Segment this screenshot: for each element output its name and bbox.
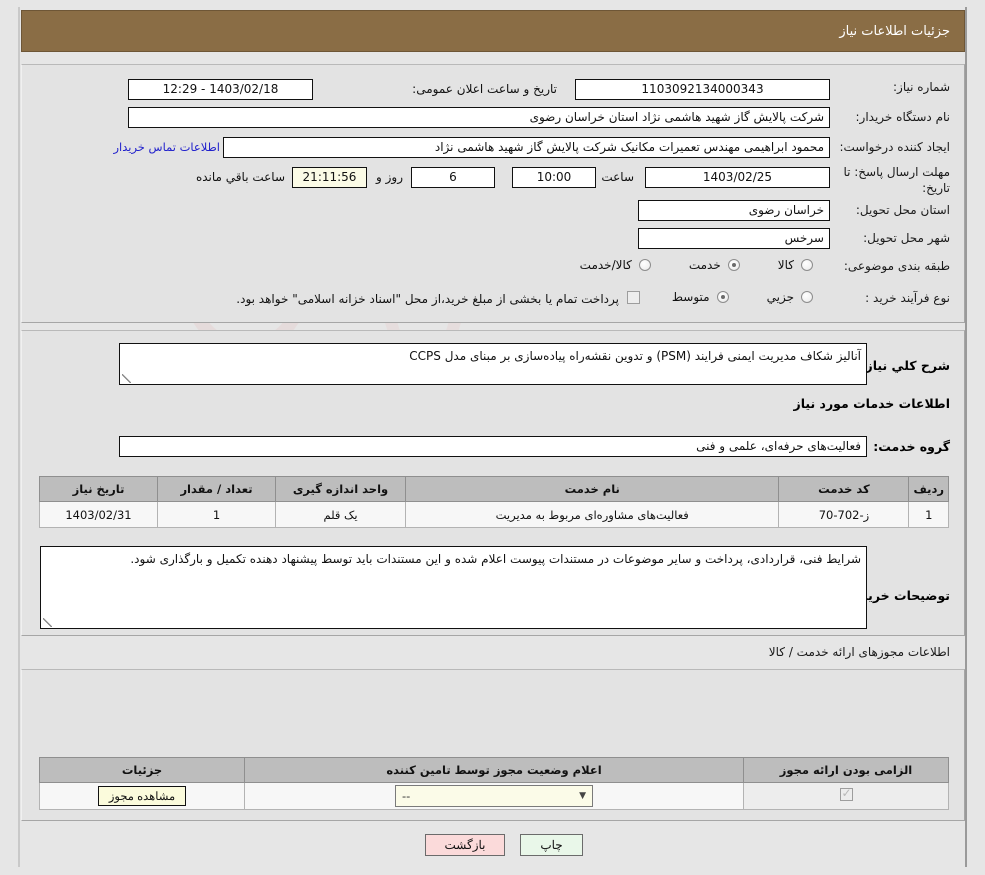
services-col-3: واحد اندازه گیری <box>275 476 406 502</box>
services-col-0: ردیف <box>908 476 949 502</box>
need-number-value: 1103092134000343 <box>575 79 830 100</box>
need-info-panel <box>21 64 965 323</box>
category-radio-0[interactable] <box>801 259 813 271</box>
permits-col-0: الزامی بودن ارائه مجوز <box>743 757 949 783</box>
requester-value: محمود ابراهیمی مهندس تعمیرات مکانیک شرکت… <box>223 137 830 158</box>
countdown-label: ساعت باقي مانده <box>195 170 285 184</box>
services-cell-date: 1403/02/31 <box>39 501 158 528</box>
permits-col-1: اعلام وضعیت مجوز توسط تامین کننده <box>244 757 744 783</box>
services-cell-code: ز-702-70 <box>778 501 910 528</box>
services-cell-quantity: 1 <box>157 501 276 528</box>
category-label-2: کالا/خدمت <box>579 258 632 272</box>
category-radio-1[interactable] <box>727 259 740 271</box>
services-table: ردیف کد خدمت نام خدمت واحد اندازه گیری ت… <box>39 476 949 528</box>
permits-cell-details: مشاهده مجوز <box>39 782 245 810</box>
permit-status-value: -- <box>402 789 411 803</box>
permits-cell-required <box>743 782 949 810</box>
treasury-checkbox[interactable] <box>627 291 640 304</box>
buyer-contact-link[interactable]: اطلاعات تماس خریدار <box>113 140 220 154</box>
permits-col-2: جزئیات <box>39 757 245 783</box>
deadline-date: 1403/02/25 <box>645 167 830 188</box>
category-label-1: خدمت <box>688 258 721 272</box>
process-label-1: متوسط <box>671 290 710 304</box>
process-label: نوع فرآیند خرید : <box>865 291 950 305</box>
permits-section-title: اطلاعات مجوزهای ارائه خدمت / کالا <box>768 645 950 659</box>
treasury-note: پرداخت تمام یا بخشی از مبلغ خرید،از محل … <box>236 292 619 306</box>
permit-required-checkbox[interactable] <box>839 786 853 801</box>
services-cell-unit: یک قلم <box>275 501 406 528</box>
buyer-org-value: شرکت پالایش گاز شهید هاشمی نژاد استان خر… <box>128 107 830 128</box>
deadline-label: مهلت ارسال پاسخ: تا تاریخ: <box>843 165 950 196</box>
print-button[interactable]: چاپ <box>520 834 583 856</box>
countdown-value: 21:11:56 <box>292 167 367 188</box>
province-value: خراسان رضوی <box>638 200 830 221</box>
services-col-2: نام خدمت <box>404 476 780 502</box>
category-radio-2[interactable] <box>638 259 651 271</box>
need-summary-value[interactable]: آنالیز شکاف مدیریت ایمنی فرایند (PSM) و … <box>119 343 867 385</box>
services-table-header-row: ردیف کد خدمت نام خدمت واحد اندازه گیری ت… <box>39 476 949 502</box>
public-announce-label: تاریخ و ساعت اعلان عمومی: <box>412 82 557 96</box>
process-label-0: جزیي <box>766 290 794 304</box>
public-announce-value: 1403/02/18 - 12:29 <box>128 79 313 100</box>
category-radio-group: کالا خدمت کالا/خدمت <box>580 258 813 272</box>
permits-cell-status: ▼ -- <box>244 782 744 810</box>
services-col-1: کد خدمت <box>778 476 910 502</box>
city-label: شهر محل تحویل: <box>863 231 950 245</box>
table-row: ▼ -- مشاهده مجوز <box>39 782 949 810</box>
process-radio-group: جزیي متوسط <box>672 290 813 304</box>
buyer-org-label: نام دستگاه خریدار: <box>855 110 951 124</box>
services-cell-name: فعالیت‌های مشاوره‌ای مربوط به مدیریت <box>404 501 780 528</box>
category-label-0: کالا <box>777 258 794 272</box>
service-group-label: گروه خدمت: <box>873 439 950 454</box>
city-value: سرخس <box>638 228 830 249</box>
category-label: طبقه بندی موضوعی: <box>843 259 950 273</box>
service-group-value: فعالیت‌های حرفه‌ای، علمی و فنی <box>119 436 867 457</box>
process-radio-1[interactable] <box>716 291 729 303</box>
process-radio-0[interactable] <box>801 291 813 303</box>
requester-label: ایجاد کننده درخواست: <box>839 140 950 154</box>
permits-table: الزامی بودن ارائه مجوز اعلام وضعیت مجوز … <box>39 757 949 810</box>
page-title: جزئیات اطلاعات نیاز <box>839 23 950 39</box>
header-bar: جزئیات اطلاعات نیاز <box>21 10 965 52</box>
need-number-row: شماره نیاز: <box>840 80 950 95</box>
hour-label: ساعت <box>601 170 634 184</box>
province-label: استان محل تحویل: <box>855 203 950 217</box>
buyer-notes-value[interactable]: شرایط فنی، قراردادی، پرداخت و سایر موضوع… <box>40 546 867 629</box>
chevron-down-icon: ▼ <box>579 791 586 801</box>
need-summary-label: شرح کلي نیاز: <box>860 358 950 373</box>
services-col-5: تاریخ نیاز <box>39 476 158 502</box>
view-permit-button[interactable]: مشاهده مجوز <box>97 786 187 806</box>
remaining-days-value: 6 <box>411 167 495 188</box>
page-root: AriaTender.net جزئیات اطلاعات نیاز شماره… <box>0 0 985 875</box>
services-cell-row: 1 <box>908 501 949 528</box>
table-row: 1 ز-702-70 فعالیت‌های مشاوره‌ای مربوط به… <box>39 501 949 528</box>
permits-table-header-row: الزامی بودن ارائه مجوز اعلام وضعیت مجوز … <box>39 757 949 783</box>
remaining-days-label: روز و <box>376 170 403 184</box>
permit-status-select[interactable]: ▼ -- <box>395 785 593 807</box>
services-col-4: تعداد / مقدار <box>157 476 276 502</box>
services-section-title: اطلاعات خدمات مورد نیاز <box>793 396 951 411</box>
back-button[interactable]: بازگشت <box>425 834 505 856</box>
need-number-label: شماره نیاز: <box>893 80 950 94</box>
deadline-time: 10:00 <box>512 167 596 188</box>
